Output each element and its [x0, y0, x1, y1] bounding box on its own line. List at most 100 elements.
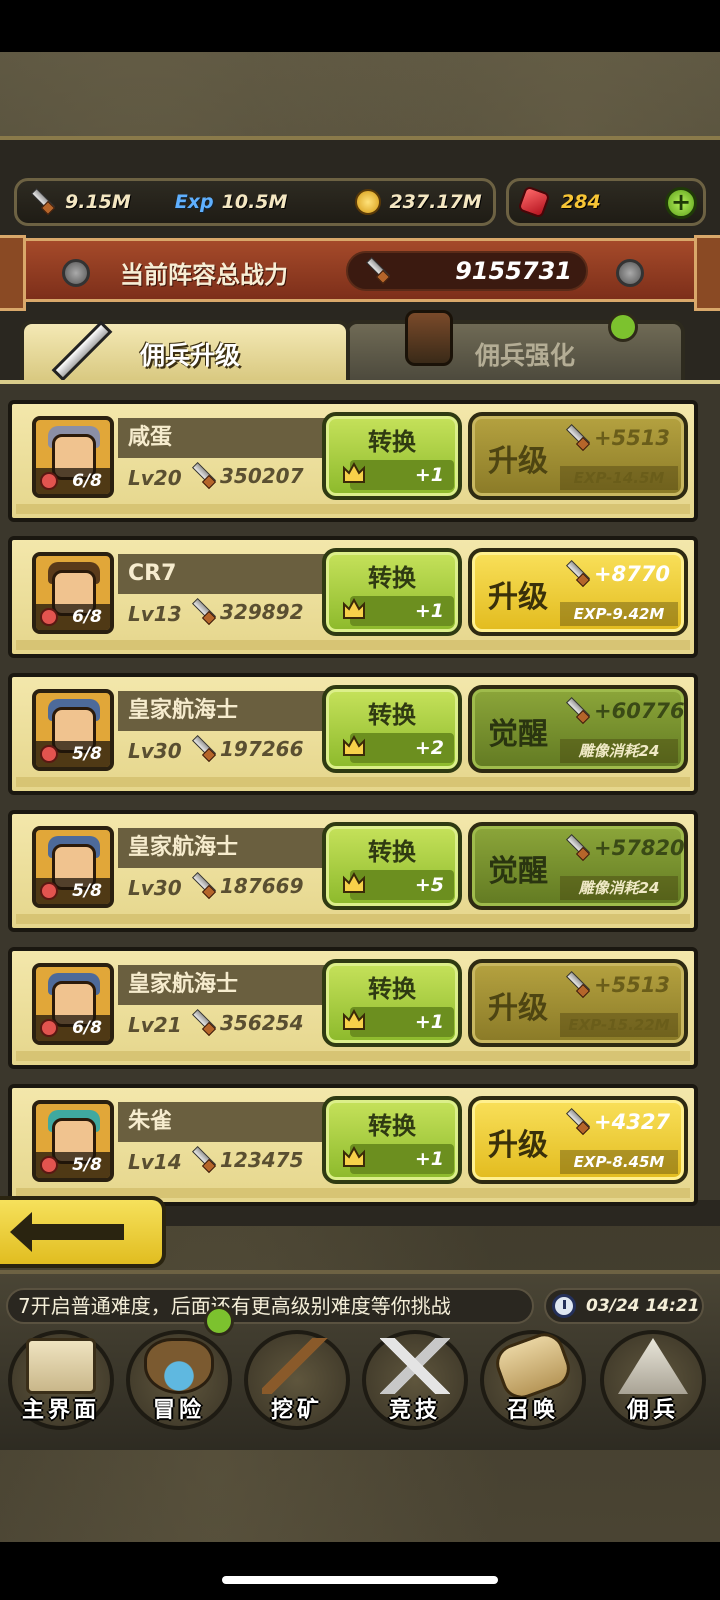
crown-icon — [343, 461, 365, 483]
nav-label: 召唤 — [506, 1398, 559, 1423]
action-gain: +8770 — [562, 560, 670, 588]
rivet-icon — [616, 259, 644, 287]
merc-power-value: 123475 — [220, 1148, 304, 1172]
team-power-banner: 当前阵容总战力 9155731 — [0, 235, 720, 311]
tab-merc-upgrade[interactable]: 佣兵升级 — [20, 320, 350, 382]
convert-button[interactable]: 转换 +1 — [322, 548, 462, 636]
sword-icon — [188, 598, 216, 626]
rivet-icon — [62, 259, 90, 287]
plus-icon: + — [670, 188, 692, 216]
action-gain-value: +60776 — [594, 699, 685, 723]
sword-icon — [188, 872, 216, 900]
gold-coin-icon — [355, 189, 382, 215]
action-label: 觉醒 — [488, 854, 548, 889]
heart-icon — [40, 608, 58, 626]
heart-icon — [40, 1156, 58, 1174]
merc-avatar[interactable]: 5/8 — [32, 1100, 114, 1182]
team-power-title: 当前阵容总战力 — [120, 261, 288, 289]
action-label: 升级 — [488, 444, 548, 479]
convert-button[interactable]: 转换 +1 — [322, 959, 462, 1047]
merc-avatar[interactable]: 6/8 — [32, 552, 114, 634]
home-indicator[interactable] — [222, 1576, 498, 1584]
merc-row: 6/8 皇家航海士 Lv21 356254 转换 +1 升级 +5513 EXP… — [8, 947, 698, 1069]
merc-avatar[interactable]: 6/8 — [32, 416, 114, 498]
upgrade-button[interactable]: 升级 +5513 EXP-15.22M — [468, 959, 688, 1047]
merc-level: Lv21 — [128, 1013, 182, 1037]
nav-item[interactable]: 佣兵 — [594, 1330, 712, 1430]
awaken-button[interactable]: 觉醒 +57820 雕像消耗24 — [468, 822, 688, 910]
action-label: 觉醒 — [488, 717, 548, 752]
action-gain: +5513 — [562, 424, 670, 452]
map-scroll-icon — [26, 1338, 96, 1394]
sword-icon — [51, 320, 113, 382]
clock-time: 03/24 14:21 — [586, 1296, 700, 1316]
upgrade-button[interactable]: 升级 +5513 EXP-14.5M — [468, 412, 688, 500]
sword-icon — [562, 834, 590, 862]
sword-icon — [562, 971, 590, 999]
sword-icon — [562, 697, 590, 725]
merc-power-value: 197266 — [220, 737, 304, 761]
convert-button[interactable]: 转换 +5 — [322, 822, 462, 910]
sword-icon — [188, 462, 216, 490]
crown-icon — [343, 597, 365, 619]
nav-item[interactable]: 冒险 — [120, 1330, 238, 1430]
convert-label: 转换 — [368, 701, 416, 729]
convert-button[interactable]: 转换 +1 — [322, 412, 462, 500]
merc-power-value: 356254 — [220, 1011, 304, 1035]
awaken-button[interactable]: 觉醒 +60776 雕像消耗24 — [468, 685, 688, 773]
clock-display: 03/24 14:21 — [544, 1288, 704, 1324]
merc-avatar[interactable]: 5/8 — [32, 826, 114, 908]
action-cost: 雕像消耗24 — [560, 739, 678, 763]
merc-avatar[interactable]: 6/8 — [32, 963, 114, 1045]
heart-icon — [40, 1019, 58, 1037]
crown-icon — [343, 1145, 365, 1167]
convert-label: 转换 — [368, 428, 416, 456]
sword-icon — [562, 424, 590, 452]
upgrade-button[interactable]: 升级 +8770 EXP-9.42M — [468, 548, 688, 636]
upgrade-button[interactable]: 升级 +4327 EXP-8.45M — [468, 1096, 688, 1184]
sword-icon — [562, 1108, 590, 1136]
crown-icon — [343, 1008, 365, 1030]
action-label: 升级 — [488, 1128, 548, 1163]
nav-item[interactable]: 挖矿 — [238, 1330, 356, 1430]
crown-icon — [343, 734, 365, 756]
bottom-nav: 7开启普通难度，后面还有更高级别难度等你挑战 03/24 14:21 主界面 冒… — [0, 1270, 720, 1450]
gem-bar: 284 + — [506, 178, 706, 226]
merc-name: 皇家航海士 — [118, 691, 338, 731]
merc-row: 6/8 CR7 Lv13 329892 转换 +1 升级 +8770 EXP-9… — [8, 536, 698, 658]
action-gain-value: +4327 — [594, 1110, 671, 1134]
floating-island-icon — [144, 1338, 214, 1394]
notification-dot — [204, 1306, 234, 1336]
nav-item[interactable]: 召唤 — [474, 1327, 592, 1430]
add-gems-button[interactable]: + — [665, 187, 697, 219]
merc-level: Lv14 — [128, 1150, 182, 1174]
merc-name: 朱雀 — [118, 1102, 338, 1142]
merc-power-value: 187669 — [220, 874, 304, 898]
tab-merc-enhance-label: 佣兵强化 — [475, 341, 576, 370]
ruby-icon — [517, 185, 551, 219]
action-gain: +4327 — [562, 1108, 670, 1136]
convert-button[interactable]: 转换 +2 — [322, 685, 462, 773]
nav-item[interactable]: 主界面 — [2, 1330, 120, 1430]
convert-label: 转换 — [368, 564, 416, 592]
resource-bar: 9.15M Exp 10.5M 237.17M — [14, 178, 496, 226]
merc-avatar[interactable]: 5/8 — [32, 689, 114, 771]
nav-label: 佣兵 — [626, 1398, 679, 1423]
gold-resource-value: 237.17M — [389, 191, 482, 213]
notification-dot — [608, 312, 638, 342]
merc-level: Lv13 — [128, 602, 182, 626]
heart-icon — [40, 745, 58, 763]
merc-row: 5/8 朱雀 Lv14 123475 转换 +1 升级 +4327 EXP-8.… — [8, 1084, 698, 1206]
action-gain: +57820 — [562, 834, 685, 862]
back-button[interactable] — [0, 1196, 166, 1268]
action-label: 升级 — [488, 580, 548, 615]
exp-icon: Exp — [174, 191, 214, 213]
convert-button[interactable]: 转换 +1 — [322, 1096, 462, 1184]
nav-item[interactable]: 竞技 — [356, 1330, 474, 1430]
merc-name: 皇家航海士 — [118, 828, 338, 868]
nav-label: 主界面 — [21, 1398, 100, 1423]
merc-power: 123475 — [188, 1146, 304, 1174]
merc-power: 350207 — [188, 462, 304, 490]
merc-power: 187669 — [188, 872, 304, 900]
merc-power: 356254 — [188, 1009, 304, 1037]
